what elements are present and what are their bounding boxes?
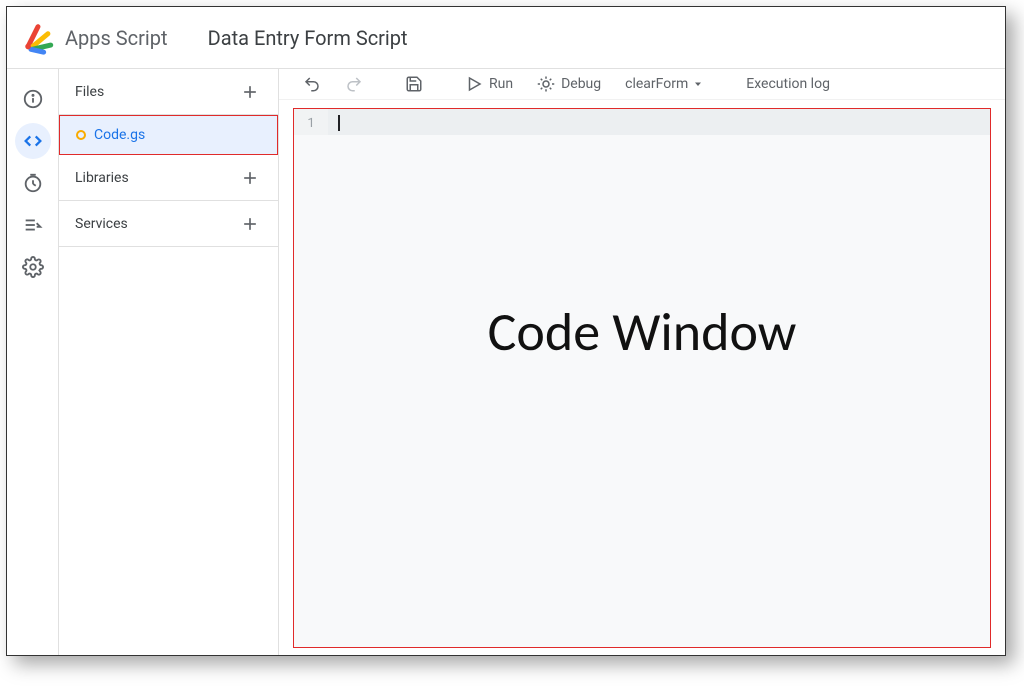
- save-icon: [405, 75, 423, 93]
- plus-icon: [240, 214, 260, 234]
- execution-log-label: Execution log: [746, 76, 830, 92]
- code-editor[interactable]: 1 Code Window: [293, 108, 991, 648]
- debug-button[interactable]: Debug: [529, 69, 609, 99]
- debug-label: Debug: [561, 76, 601, 92]
- services-section-header: Services: [59, 201, 278, 247]
- files-label: Files: [75, 84, 104, 100]
- gear-icon: [22, 256, 44, 278]
- file-item-code-gs[interactable]: Code.gs: [59, 115, 278, 155]
- info-icon: [22, 88, 44, 110]
- file-name: Code.gs: [94, 127, 145, 143]
- rail-executions[interactable]: [15, 207, 51, 243]
- add-service-button[interactable]: [236, 210, 264, 238]
- clock-icon: [22, 172, 44, 194]
- main-panel: Run Debug clearForm Execution log 1: [279, 69, 1005, 655]
- function-selected-label: clearForm: [625, 76, 688, 92]
- executions-icon: [22, 214, 44, 236]
- play-icon: [465, 75, 483, 93]
- plus-icon: [240, 168, 260, 188]
- header-bar: Apps Script Data Entry Form Script: [7, 7, 1005, 69]
- redo-button[interactable]: [337, 69, 371, 99]
- add-library-button[interactable]: [236, 164, 264, 192]
- add-file-button[interactable]: [236, 78, 264, 106]
- undo-button[interactable]: [295, 69, 329, 99]
- debug-icon: [537, 75, 555, 93]
- services-label: Services: [75, 216, 128, 232]
- libraries-section-header: Libraries: [59, 155, 278, 201]
- rail-settings[interactable]: [15, 249, 51, 285]
- active-line: [328, 109, 990, 135]
- main-body: Files Code.gs Libraries Services: [7, 69, 1005, 655]
- editor-toolbar: Run Debug clearForm Execution log: [279, 69, 1005, 100]
- sidebar: Files Code.gs Libraries Services: [59, 69, 279, 655]
- execution-log-button[interactable]: Execution log: [738, 70, 838, 98]
- undo-icon: [303, 75, 321, 93]
- rail-overview[interactable]: [15, 81, 51, 117]
- editor-container: 1 Code Window: [279, 100, 1005, 666]
- text-cursor: [338, 115, 340, 131]
- run-label: Run: [489, 76, 513, 92]
- annotation-overlay: Code Window: [294, 299, 990, 365]
- line-number: 1: [294, 109, 328, 135]
- redo-icon: [345, 75, 363, 93]
- plus-icon: [240, 82, 260, 102]
- run-button[interactable]: Run: [457, 69, 521, 99]
- rail-editor[interactable]: [15, 123, 51, 159]
- unsaved-indicator-icon: [76, 130, 86, 140]
- apps-script-logo-icon: [21, 21, 55, 55]
- files-section-header: Files: [59, 69, 278, 115]
- save-button[interactable]: [397, 69, 431, 99]
- code-icon: [22, 130, 44, 152]
- app-frame: Apps Script Data Entry Form Script Files: [6, 6, 1006, 656]
- app-name: Apps Script: [65, 26, 168, 50]
- function-select[interactable]: clearForm: [617, 70, 712, 98]
- libraries-label: Libraries: [75, 170, 129, 186]
- chevron-down-icon: [692, 78, 704, 90]
- rail-triggers[interactable]: [15, 165, 51, 201]
- project-title[interactable]: Data Entry Form Script: [208, 26, 408, 50]
- nav-rail: [7, 69, 59, 655]
